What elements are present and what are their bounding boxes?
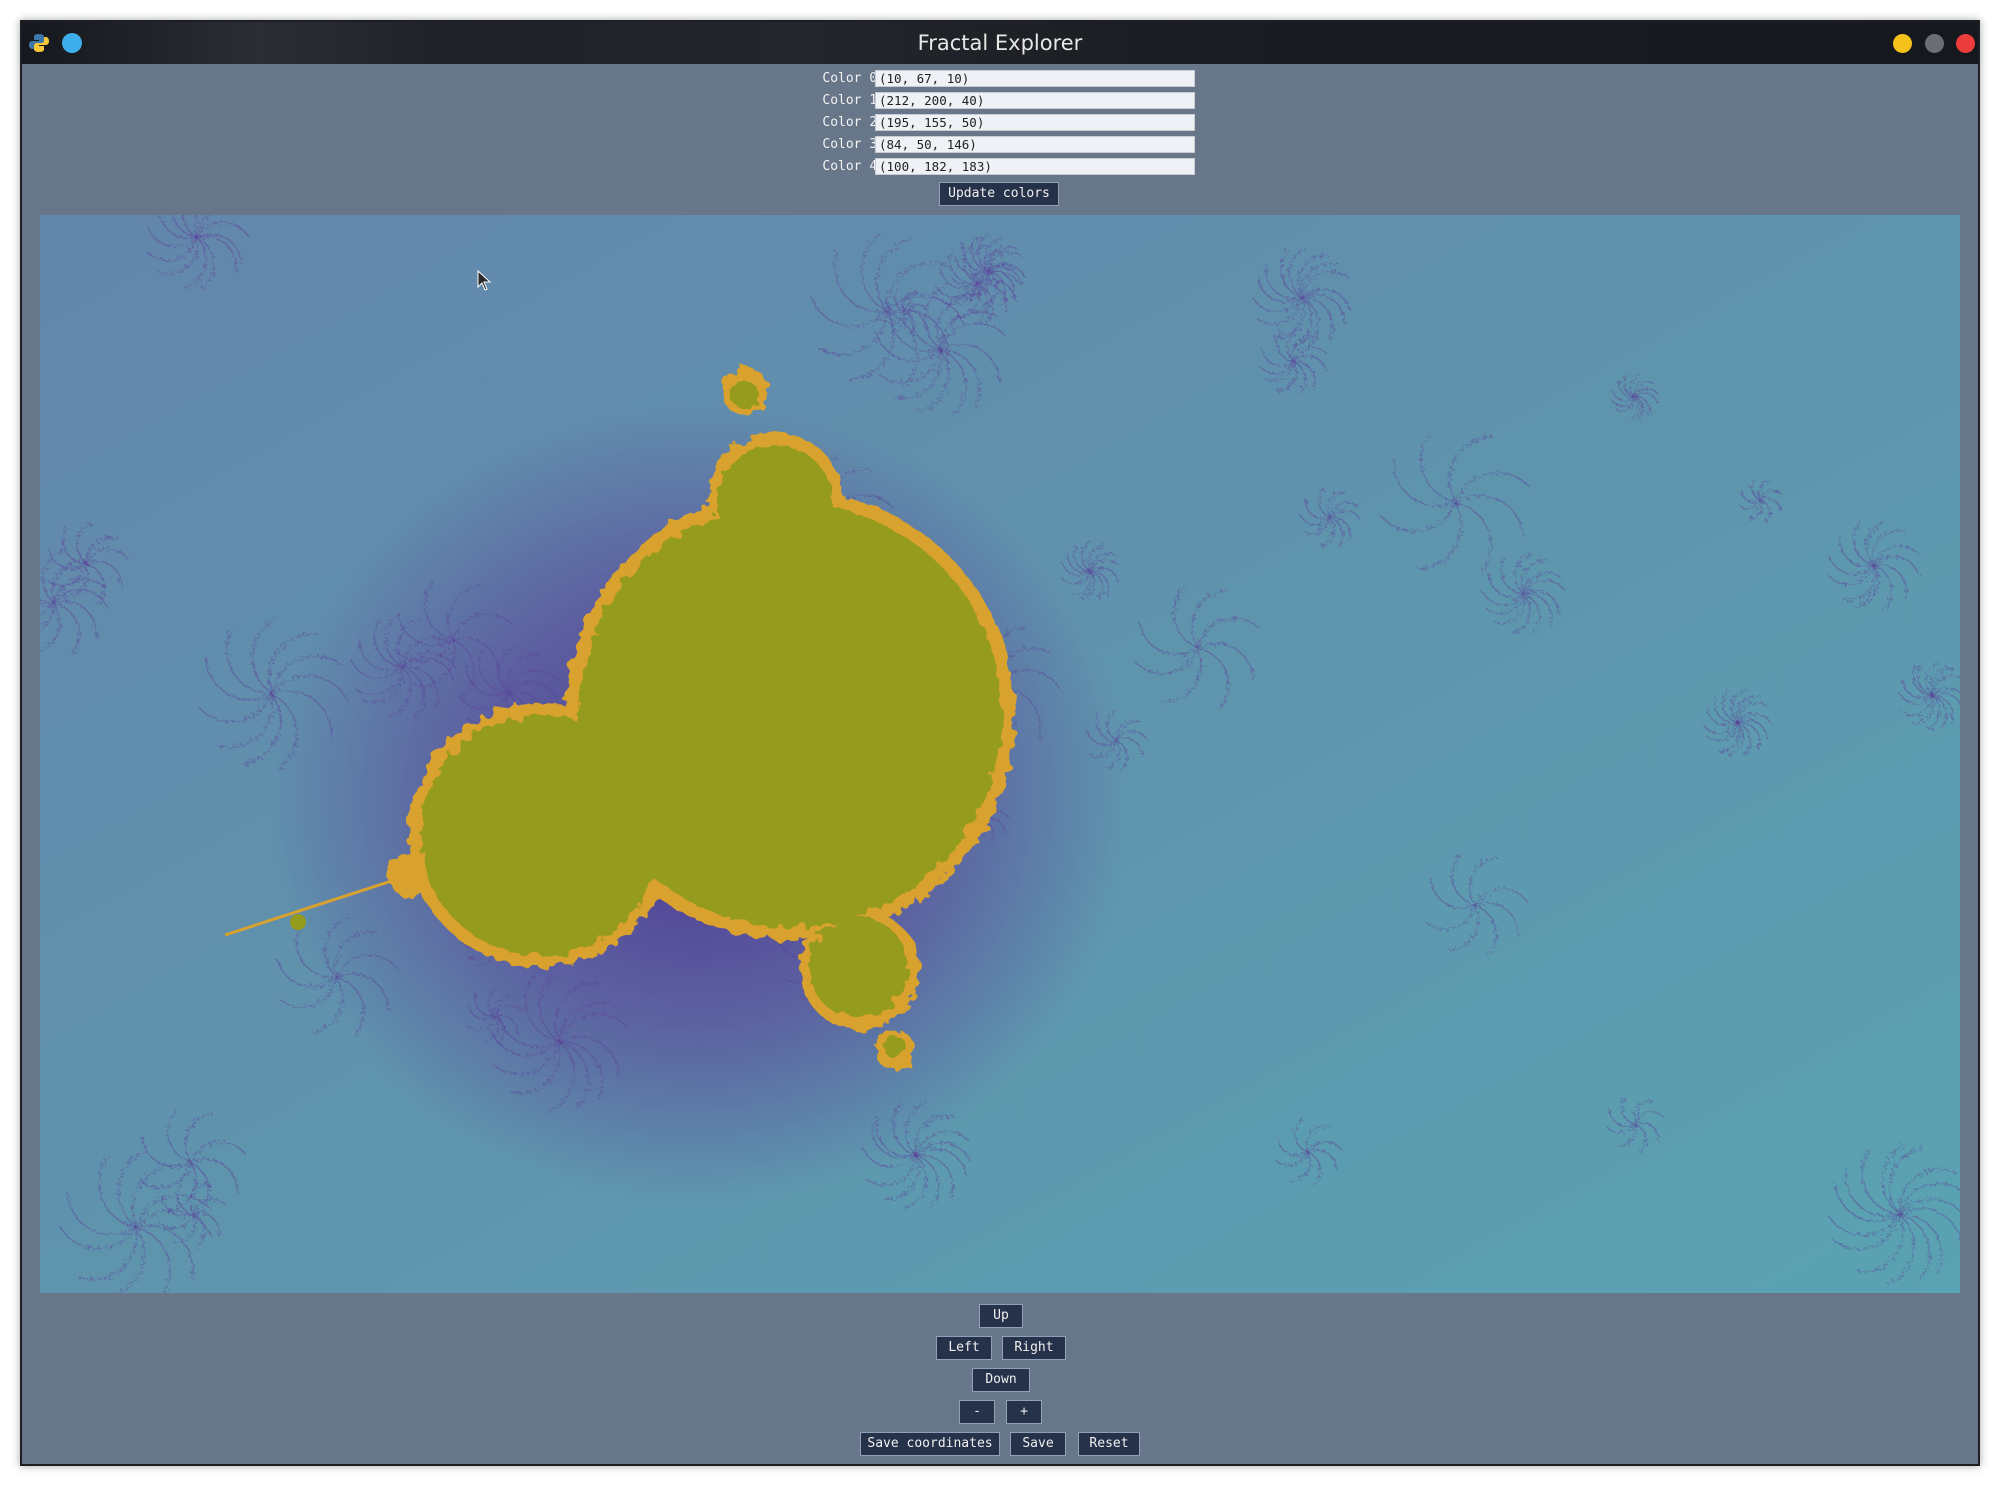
save-coordinates-button[interactable]: Save coordinates: [860, 1432, 1000, 1456]
save-button[interactable]: Save: [1010, 1432, 1066, 1456]
color-3-input[interactable]: [875, 136, 1195, 153]
window-title: Fractal Explorer: [917, 31, 1083, 55]
color-2-input[interactable]: [875, 114, 1195, 131]
color-0-input[interactable]: [875, 70, 1195, 87]
minimize-icon[interactable]: [1893, 34, 1912, 53]
up-button[interactable]: Up: [979, 1304, 1023, 1328]
fractal-canvas[interactable]: [40, 215, 1960, 1293]
color-label: Color 1:: [822, 93, 885, 108]
right-button[interactable]: Right: [1002, 1336, 1066, 1360]
down-button[interactable]: Down: [972, 1368, 1030, 1392]
update-colors-button[interactable]: Update colors: [939, 182, 1059, 206]
zoom-out-button[interactable]: -: [959, 1400, 995, 1424]
maximize-icon[interactable]: [1925, 34, 1944, 53]
zoom-in-button[interactable]: +: [1006, 1400, 1042, 1424]
color-label: Color 2:: [822, 115, 885, 130]
app-window: Fractal Explorer Color 0: Color 1: Color…: [20, 20, 1980, 1466]
color-label: Color 4:: [822, 159, 885, 174]
reset-button[interactable]: Reset: [1078, 1432, 1140, 1456]
color-label: Color 0:: [822, 71, 885, 86]
titlebar: Fractal Explorer: [22, 22, 1978, 64]
left-button[interactable]: Left: [936, 1336, 992, 1360]
mandelbrot-render: [40, 215, 1960, 1293]
color-label: Color 3:: [822, 137, 885, 152]
color-4-input[interactable]: [875, 158, 1195, 175]
color-1-input[interactable]: [875, 92, 1195, 109]
mouse-cursor-icon: [477, 270, 492, 291]
close-icon[interactable]: [1956, 34, 1975, 53]
